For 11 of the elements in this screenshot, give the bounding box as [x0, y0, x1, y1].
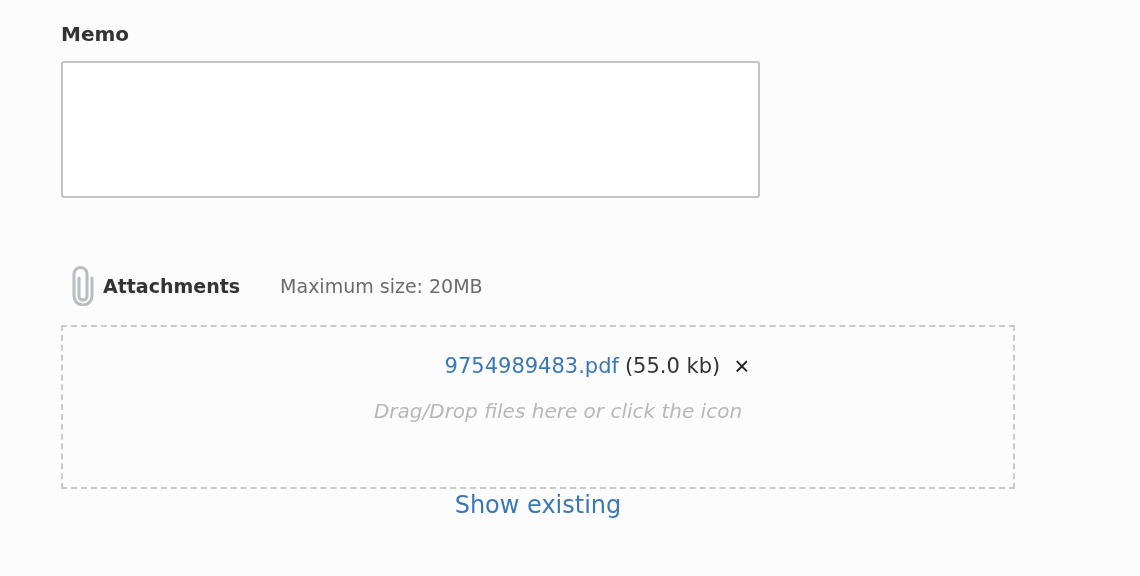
max-size-text: Maximum size: 20MB — [280, 275, 483, 297]
drop-zone[interactable]: 9754989483.pdf (55.0 kb) × Drag/Drop files here or click the icon — [61, 325, 1015, 489]
remove-button[interactable]: × — [732, 353, 752, 379]
drop-hint: Drag/Drop files here or click the icon — [373, 399, 743, 423]
attachments-label: Attachments — [103, 275, 241, 297]
file-link[interactable]: 9754989483.pdf — [444, 354, 619, 378]
show-existing-link[interactable]: Show existing — [454, 491, 622, 519]
file-size: (55.0 kb) — [624, 354, 721, 378]
memo-field[interactable] — [61, 61, 760, 198]
paperclip-icon[interactable] — [70, 266, 96, 306]
memo-label: Memo — [61, 22, 131, 48]
